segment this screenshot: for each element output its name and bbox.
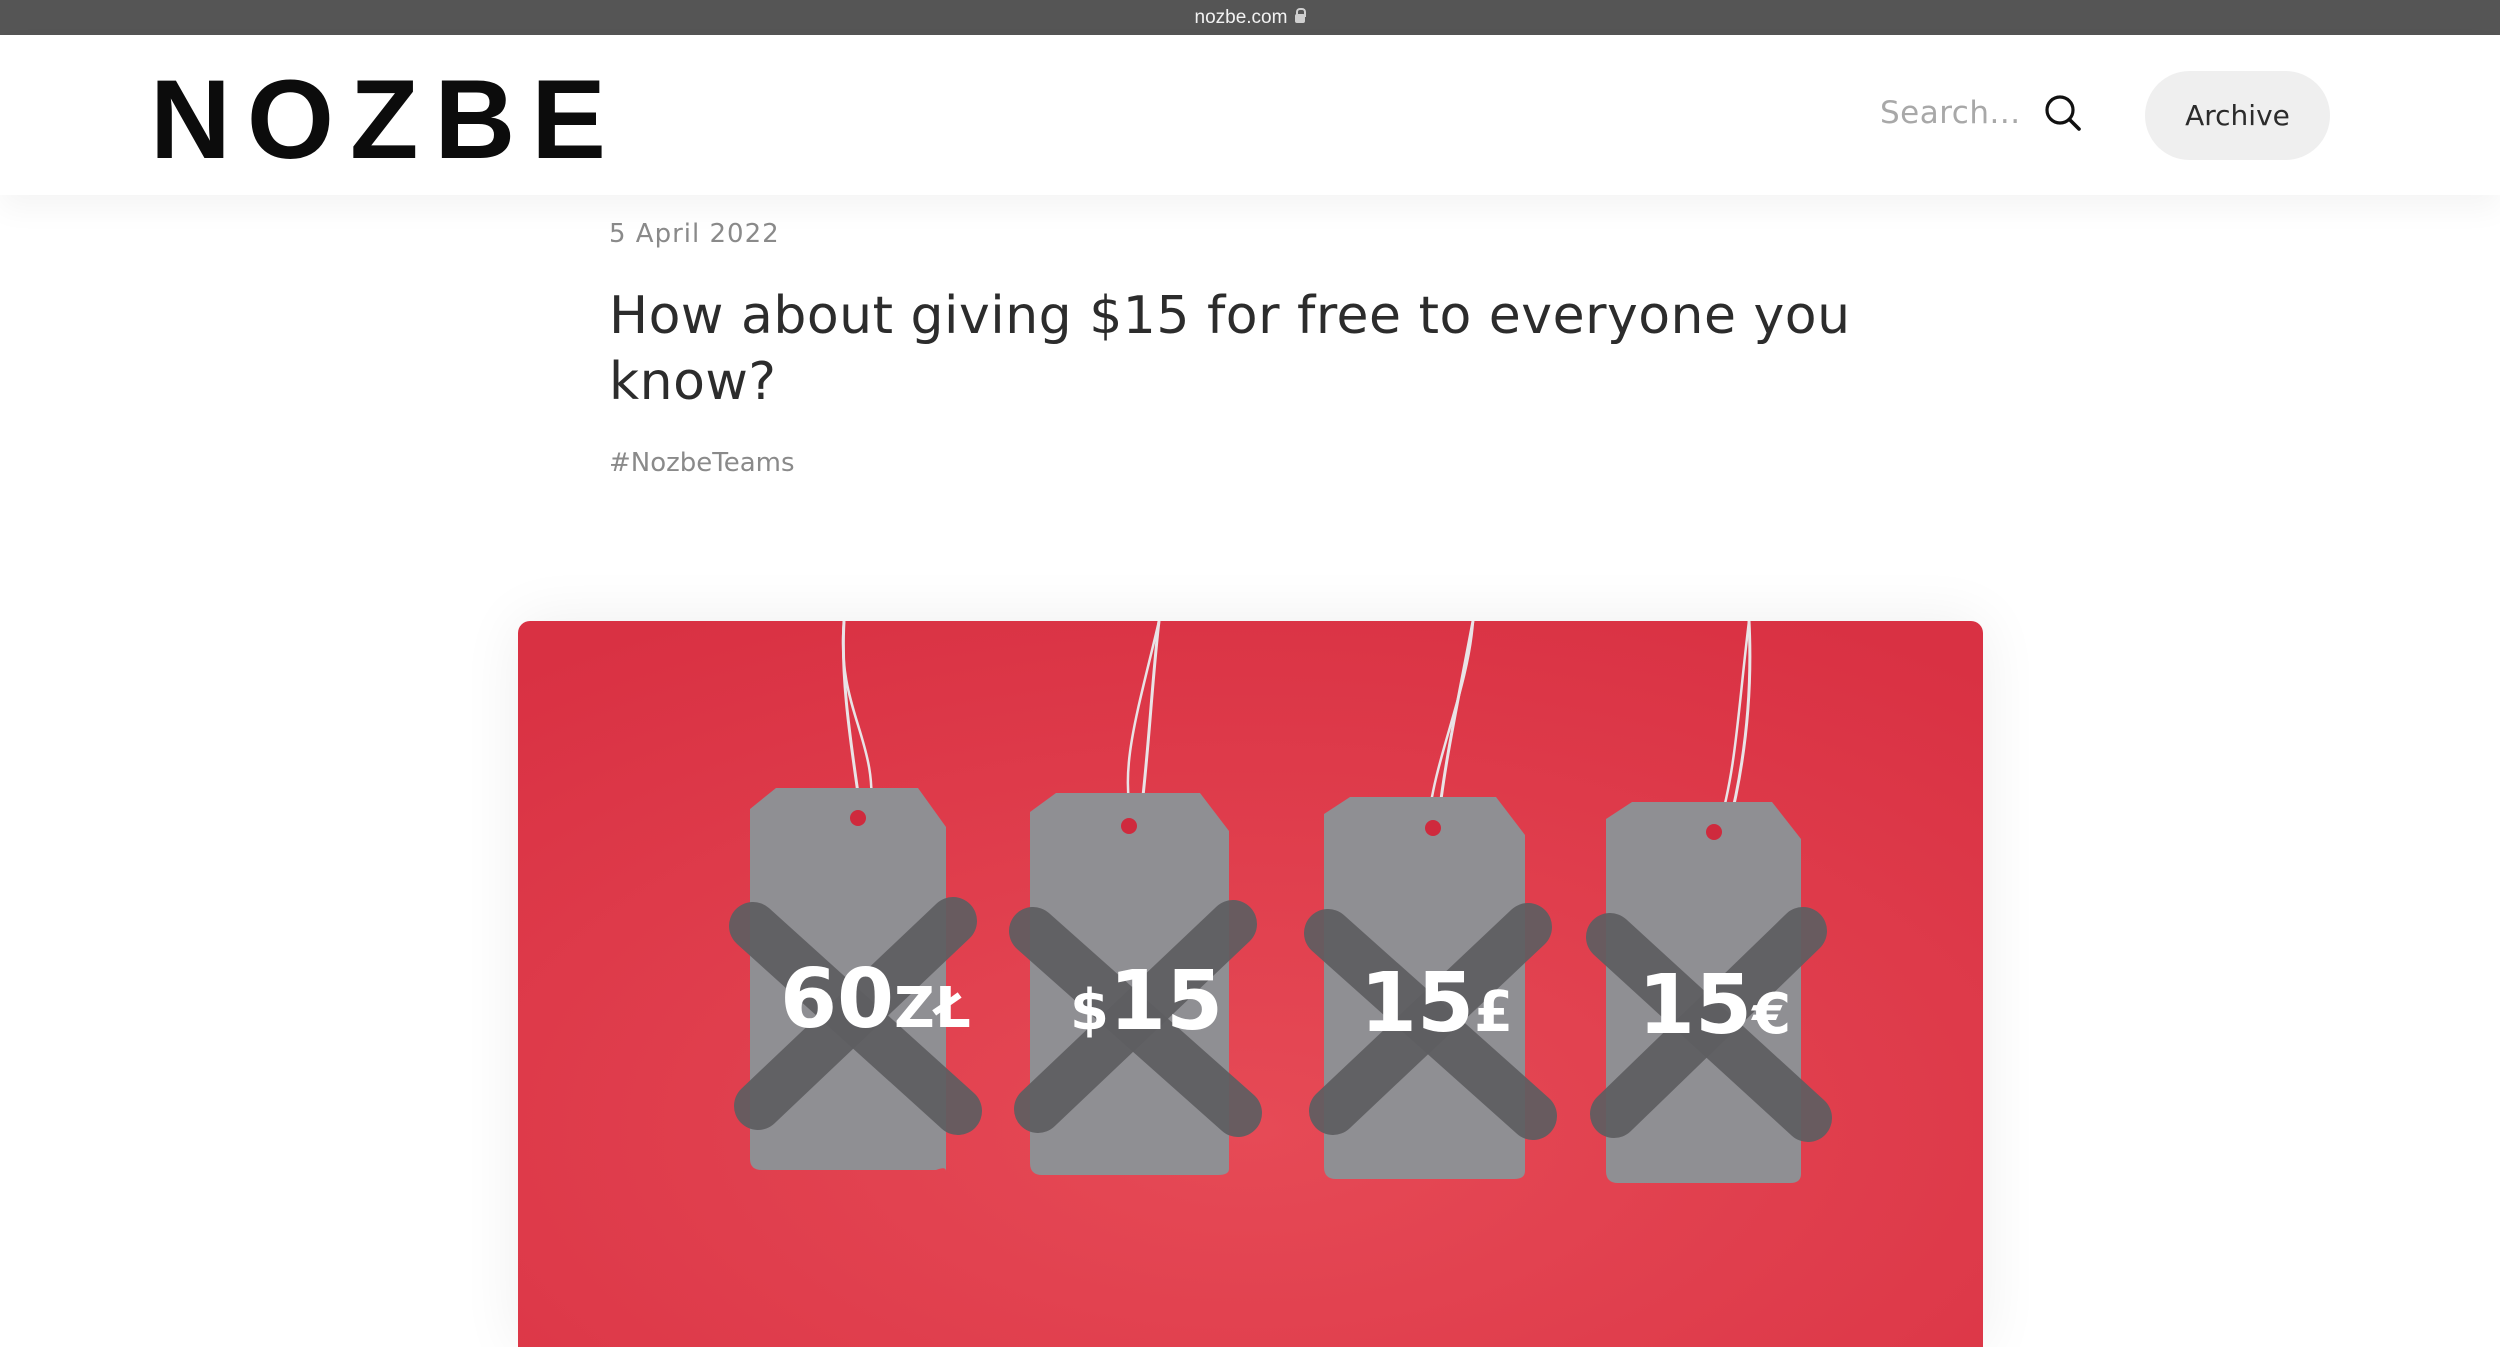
search-icon[interactable] bbox=[2043, 93, 2083, 133]
url-text: nozbe.com bbox=[1194, 6, 1288, 28]
site-header: NOZBE Search... Archive bbox=[0, 35, 2500, 195]
browser-url-bar[interactable]: nozbe.com bbox=[0, 0, 2500, 35]
lock-icon bbox=[1295, 8, 1307, 23]
post-tag-link[interactable]: #NozbeTeams bbox=[609, 448, 795, 478]
search-box[interactable]: Search... bbox=[1880, 93, 2083, 133]
hero-image: 60ZŁ $15 15£ 15€ bbox=[518, 621, 1983, 1347]
search-input[interactable]: Search... bbox=[1880, 95, 2021, 131]
post-date: 5 April 2022 bbox=[609, 219, 780, 249]
post-title: How about giving $15 for free to everyon… bbox=[609, 286, 1851, 412]
nozbe-logo[interactable]: NOZBE bbox=[150, 64, 622, 176]
archive-button[interactable]: Archive bbox=[2145, 71, 2330, 160]
price-tags-illustration: 60ZŁ $15 15£ 15€ bbox=[518, 621, 1983, 1347]
